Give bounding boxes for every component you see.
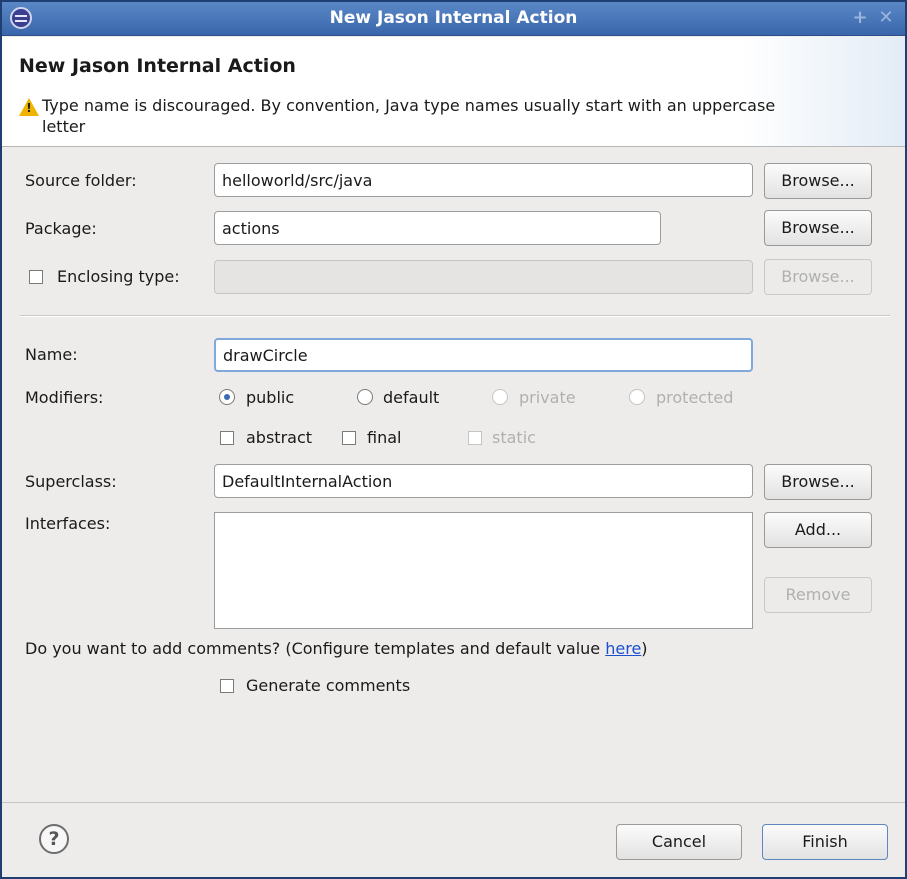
static-checkbox-label: static	[492, 428, 536, 447]
generate-comments-checkbox[interactable]	[220, 679, 234, 693]
source-folder-input[interactable]	[214, 163, 753, 197]
wizard-header: New Jason Internal Action ! Type name is…	[2, 37, 905, 147]
abstract-checkbox-label: abstract	[246, 428, 313, 447]
superclass-browse-button[interactable]: Browse...	[764, 464, 872, 500]
modifiers-label: Modifiers:	[25, 388, 104, 407]
footer-divider	[2, 802, 905, 803]
superclass-input[interactable]	[214, 464, 753, 498]
enclosing-type-checkbox[interactable]	[29, 270, 43, 284]
default-radio[interactable]	[357, 389, 373, 405]
finish-button[interactable]: Finish	[762, 824, 888, 860]
private-radio-label: private	[519, 388, 576, 407]
interfaces-list[interactable]	[214, 512, 753, 629]
help-icon[interactable]: ?	[39, 824, 69, 854]
cancel-button[interactable]: Cancel	[616, 824, 742, 860]
warning-icon-mark: !	[26, 101, 32, 115]
public-radio-label: public	[246, 388, 295, 407]
package-input[interactable]	[214, 211, 661, 245]
page-title: New Jason Internal Action	[19, 55, 296, 77]
configure-templates-link[interactable]: here	[605, 639, 641, 658]
abstract-checkbox[interactable]	[220, 431, 234, 445]
source-folder-label: Source folder:	[25, 171, 137, 190]
add-interface-button[interactable]: Add...	[764, 512, 872, 548]
comments-question: Do you want to add comments? (Configure …	[25, 639, 648, 658]
title-bar[interactable]: New Jason Internal Action + ✕	[2, 2, 905, 36]
close-icon[interactable]: ✕	[875, 7, 897, 29]
protected-radio	[629, 389, 645, 405]
remove-interface-button: Remove	[764, 577, 872, 613]
source-folder-browse-button[interactable]: Browse...	[764, 163, 872, 199]
superclass-label: Superclass:	[25, 472, 117, 491]
static-checkbox	[468, 431, 482, 445]
generate-comments-label: Generate comments	[246, 676, 411, 695]
section-divider-highlight	[20, 316, 890, 317]
default-radio-label: default	[383, 388, 440, 407]
enclosing-type-label: Enclosing type:	[57, 267, 180, 286]
final-checkbox-label: final	[367, 428, 402, 447]
name-label: Name:	[25, 345, 78, 364]
interfaces-label: Interfaces:	[25, 514, 111, 533]
protected-radio-label: protected	[656, 388, 734, 407]
window-title: New Jason Internal Action	[329, 8, 578, 28]
package-label: Package:	[25, 219, 97, 238]
maximize-icon[interactable]: +	[849, 7, 871, 29]
public-radio[interactable]	[219, 389, 235, 405]
enclosing-type-browse-button: Browse...	[764, 259, 872, 295]
warning-message: Type name is discouraged. By convention,…	[42, 96, 776, 136]
name-input[interactable]	[214, 338, 753, 372]
comments-question-text: Do you want to add comments? (Configure …	[25, 639, 606, 658]
comments-question-suffix: )	[641, 639, 648, 658]
private-radio	[492, 389, 508, 405]
final-checkbox[interactable]	[342, 431, 356, 445]
package-browse-button[interactable]: Browse...	[764, 210, 872, 246]
enclosing-type-input	[214, 260, 753, 294]
dialog-window: New Jason Internal Action + ✕ New Jason …	[0, 0, 907, 879]
